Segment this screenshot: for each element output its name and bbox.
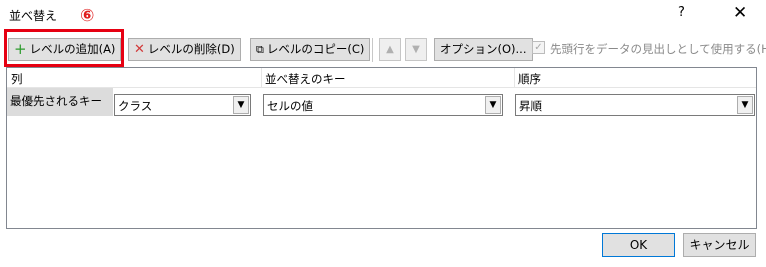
chevron-down-icon: ▼: [412, 44, 420, 55]
sort-on-select-value: セルの値: [267, 99, 313, 113]
cancel-button[interactable]: キャンセル: [683, 233, 756, 257]
chevron-down-icon[interactable]: ▼: [737, 96, 753, 114]
chevron-down-icon[interactable]: ▼: [485, 96, 501, 114]
header-divider: [514, 68, 515, 88]
checkmark-icon: ✓: [534, 42, 543, 53]
delete-level-label: レベルの削除(D): [147, 42, 235, 56]
delete-level-button[interactable]: ✕ レベルの削除(D): [128, 38, 241, 61]
grid-header-row: 列 並べ替えのキー 順序: [7, 68, 756, 88]
close-button[interactable]: ✕: [733, 3, 747, 23]
ok-button[interactable]: OK: [602, 233, 675, 257]
sort-levels-grid: 列 並べ替えのキー 順序 最優先されるキー クラス ▼ セルの値 ▼ 昇順 ▼: [6, 67, 757, 229]
chevron-up-icon: ▲: [386, 44, 394, 55]
title-bar: 並べ替え ⑥ ? ✕: [0, 0, 766, 31]
header-row-checkbox-label: 先頭行をデータの見出しとして使用する(H): [550, 42, 766, 56]
toolbar-separator: [372, 38, 373, 62]
header-divider: [261, 68, 262, 88]
order-header: 順序: [518, 72, 541, 86]
column-select-value: クラス: [118, 99, 153, 113]
help-button[interactable]: ?: [678, 5, 685, 20]
options-label: オプション(O)...: [440, 42, 527, 56]
order-select-value: 昇順: [519, 99, 542, 113]
sort-on-select[interactable]: セルの値 ▼: [263, 94, 503, 116]
header-row-checkbox[interactable]: ✓: [532, 41, 545, 54]
order-select[interactable]: 昇順 ▼: [515, 94, 755, 116]
move-down-button[interactable]: ▼: [405, 38, 427, 61]
column-header: 列: [11, 72, 23, 86]
sort-on-header: 並べ替えのキー: [265, 72, 346, 86]
highlight-annotation-box: [4, 29, 124, 67]
delete-x-icon: ✕: [134, 42, 145, 57]
sort-level-label[interactable]: 最優先されるキー: [7, 88, 113, 116]
chevron-down-icon[interactable]: ▼: [233, 96, 249, 114]
copy-level-label: レベルのコピー(C): [266, 42, 365, 56]
copy-level-button[interactable]: ⧉ レベルのコピー(C): [250, 38, 371, 61]
column-select[interactable]: クラス ▼: [114, 94, 251, 116]
dialog-title: 並べ替え: [9, 9, 58, 23]
copy-icon: ⧉: [256, 43, 264, 56]
move-up-button[interactable]: ▲: [379, 38, 401, 61]
step-number-annotation: ⑥: [80, 6, 95, 26]
options-button[interactable]: オプション(O)...: [434, 38, 533, 61]
